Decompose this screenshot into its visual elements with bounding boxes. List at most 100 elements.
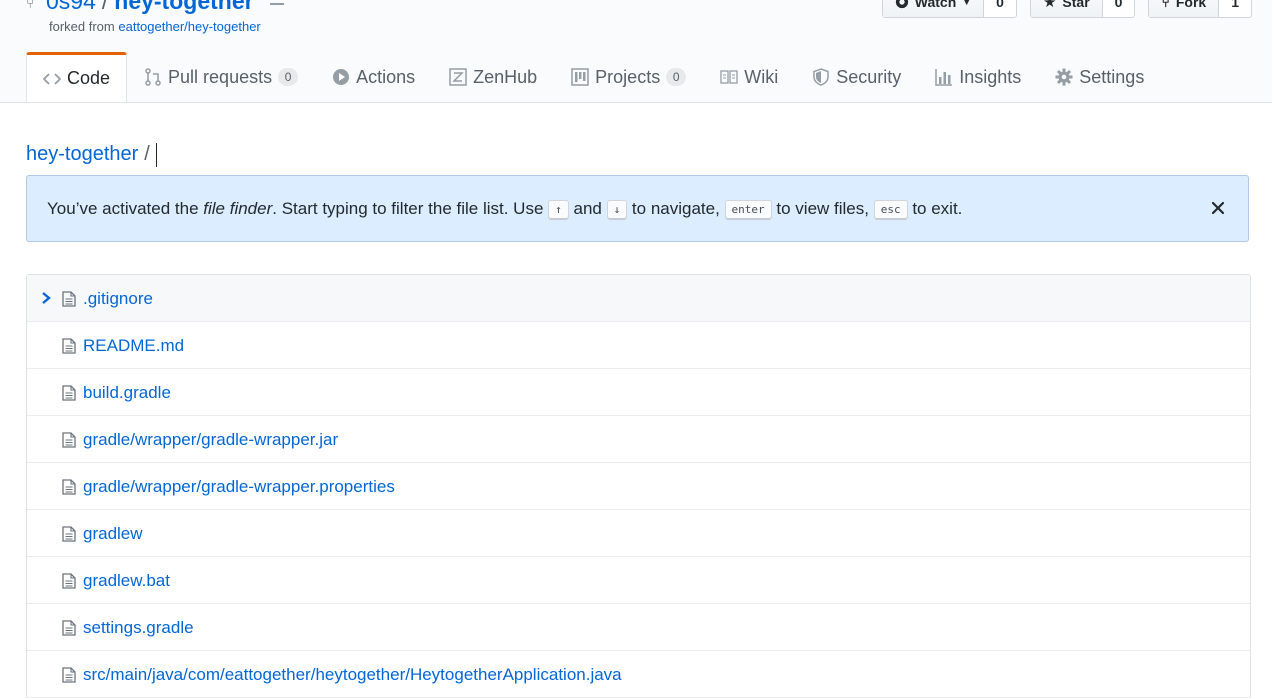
- notice-text-part: to navigate,: [627, 199, 725, 218]
- file-finder-notice: You’ve activated the file finder. Start …: [26, 175, 1249, 242]
- play-icon: [333, 69, 350, 85]
- eye-icon: [895, 0, 908, 9]
- tab-label: Settings: [1079, 66, 1145, 87]
- file-icon: [62, 385, 76, 401]
- file-link[interactable]: .gitignore: [83, 289, 153, 309]
- notice-text: You’ve activated the file finder. Start …: [47, 199, 962, 220]
- file-link[interactable]: src/main/java/com/eattogether/heytogethe…: [83, 665, 622, 685]
- tab-label: Pull requests: [168, 66, 273, 87]
- tab-label: Projects: [595, 66, 661, 87]
- code-icon: [43, 72, 61, 85]
- watch-button[interactable]: Watch ▼: [882, 0, 985, 17]
- file-row[interactable]: gradle/wrapper/gradle-wrapper.properties: [27, 463, 1250, 510]
- breadcrumb-separator: /: [144, 143, 150, 165]
- file-icon: [62, 667, 76, 683]
- project-icon: [571, 68, 589, 86]
- file-icon: [62, 620, 76, 636]
- shield-icon: [813, 68, 829, 86]
- down-key: ↓: [606, 199, 628, 220]
- tab-label: Insights: [959, 66, 1022, 87]
- file-list: .gitignore README.md build.gradle gradle/wr…: [26, 274, 1251, 698]
- file-link[interactable]: settings.gradle: [83, 618, 194, 638]
- file-row[interactable]: build.gradle: [27, 369, 1250, 416]
- tab-insights[interactable]: Insights: [918, 52, 1038, 101]
- file-row[interactable]: gradle/wrapper/gradle-wrapper.jar: [27, 416, 1250, 463]
- tab-label: Wiki: [744, 66, 779, 87]
- repo-name-link[interactable]: hey-together: [114, 0, 253, 14]
- star-button[interactable]: ★ Star: [1030, 0, 1103, 17]
- repo-title: ⑂ 0s94 / hey-together: [26, 0, 288, 18]
- repo-owner-link[interactable]: 0s94: [46, 0, 96, 14]
- fork-button[interactable]: ⑂ Fork: [1149, 0, 1220, 17]
- book-icon: [720, 70, 738, 84]
- watch-count[interactable]: 0: [984, 0, 1016, 17]
- repo-nav: Code Pull requests 0 Actions ZenHub Proj…: [26, 52, 1161, 102]
- tab-label: Code: [67, 68, 111, 88]
- forked-from-label: forked from: [49, 19, 115, 34]
- watch-label: Watch: [914, 0, 957, 10]
- notice-text-part: You’ve activated the: [47, 199, 204, 218]
- fork-count[interactable]: 1: [1219, 0, 1251, 17]
- close-icon[interactable]: [1208, 198, 1228, 218]
- tab-label: Security: [836, 66, 902, 87]
- notice-text-part: . Start typing to filter the file list. …: [272, 199, 549, 218]
- file-row[interactable]: gradlew.bat: [27, 557, 1250, 604]
- list-icon: [269, 2, 284, 5]
- file-row[interactable]: settings.gradle: [27, 604, 1250, 651]
- tab-label: ZenHub: [473, 66, 538, 87]
- tab-zenhub[interactable]: ZenHub: [432, 52, 554, 101]
- graph-icon: [935, 69, 953, 86]
- gear-icon: [1055, 68, 1073, 86]
- repo-actions: Watch ▼ 0 ★ Star 0 ⑂ Fork 1: [881, 0, 1252, 18]
- repo-title-separator: /: [101, 0, 109, 14]
- fork-label: Fork: [1175, 0, 1207, 10]
- file-link[interactable]: gradlew.bat: [83, 571, 170, 591]
- up-key: ↑: [548, 199, 569, 220]
- repo-header: ⑂ 0s94 / hey-together forked from eattogeth…: [0, 0, 1272, 103]
- repo-forked-icon: ⑂: [26, 0, 35, 11]
- tab-pull-requests[interactable]: Pull requests 0: [127, 52, 315, 101]
- file-link[interactable]: gradle/wrapper/gradle-wrapper.jar: [83, 430, 338, 450]
- tab-code[interactable]: Code: [26, 52, 128, 102]
- notice-text-part: to view files,: [771, 199, 874, 218]
- star-icon: ★: [1042, 0, 1057, 11]
- star-label: Star: [1062, 0, 1090, 10]
- file-row[interactable]: gradlew: [27, 510, 1250, 557]
- tab-projects[interactable]: Projects 0: [554, 52, 703, 101]
- file-link[interactable]: README.md: [83, 336, 184, 356]
- file-row[interactable]: README.md: [27, 322, 1250, 369]
- file-icon: [62, 291, 76, 307]
- file-icon: [62, 573, 76, 589]
- tab-actions[interactable]: Actions: [315, 52, 432, 101]
- file-icon: [62, 338, 76, 354]
- fork-icon: ⑂: [1161, 0, 1170, 10]
- tab-security[interactable]: Security: [795, 52, 918, 101]
- pull-requests-counter: 0: [278, 68, 299, 86]
- tab-wiki[interactable]: Wiki: [703, 52, 795, 101]
- notice-text-part: to exit.: [907, 199, 963, 218]
- file-icon: [62, 526, 76, 542]
- star-count[interactable]: 0: [1103, 0, 1135, 17]
- forked-from-link[interactable]: eattogether/hey-together: [118, 19, 260, 34]
- tab-settings[interactable]: Settings: [1038, 52, 1161, 101]
- file-link[interactable]: gradlew: [83, 524, 143, 544]
- notice-emphasis: file finder: [203, 199, 273, 218]
- chevron-right-icon: [42, 292, 51, 304]
- file-finder-input[interactable]: [155, 142, 158, 167]
- file-link[interactable]: build.gradle: [83, 383, 171, 403]
- chevron-down-icon: ▼: [962, 0, 972, 7]
- file-link[interactable]: gradle/wrapper/gradle-wrapper.properties: [83, 477, 395, 497]
- file-icon: [62, 479, 76, 495]
- pull-request-icon: [145, 68, 161, 86]
- file-row[interactable]: .gitignore: [27, 275, 1250, 322]
- file-row[interactable]: src/main/java/com/eattogether/heytogethe…: [27, 651, 1250, 698]
- esc-key: esc: [873, 199, 908, 220]
- notice-text-part: and: [568, 199, 607, 218]
- zenhub-icon: [449, 68, 467, 86]
- star-button-group: ★ Star 0: [1029, 0, 1136, 18]
- fork-button-group: ⑂ Fork 1: [1148, 0, 1252, 18]
- breadcrumb: hey-together /: [26, 140, 158, 168]
- breadcrumb-root-link[interactable]: hey-together: [26, 143, 138, 165]
- watch-button-group: Watch ▼ 0: [881, 0, 1017, 18]
- tab-label: Actions: [356, 66, 416, 87]
